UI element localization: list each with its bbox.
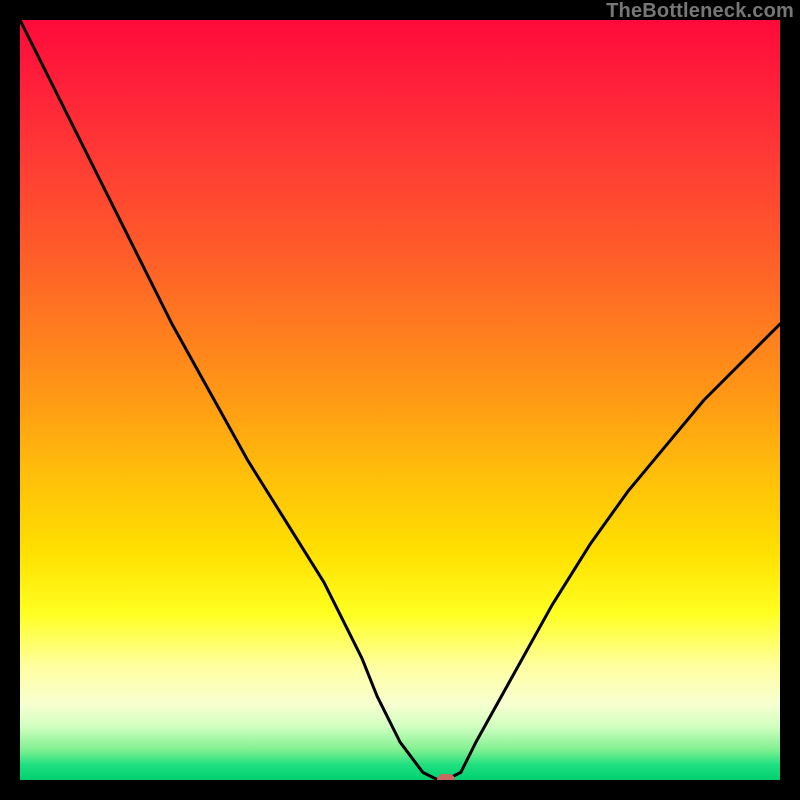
plot-area: [20, 20, 780, 780]
watermark-text: TheBottleneck.com: [606, 0, 794, 23]
optimal-point-marker: [437, 774, 455, 780]
chart-frame: TheBottleneck.com: [0, 0, 800, 800]
bottleneck-curve: [20, 20, 780, 780]
